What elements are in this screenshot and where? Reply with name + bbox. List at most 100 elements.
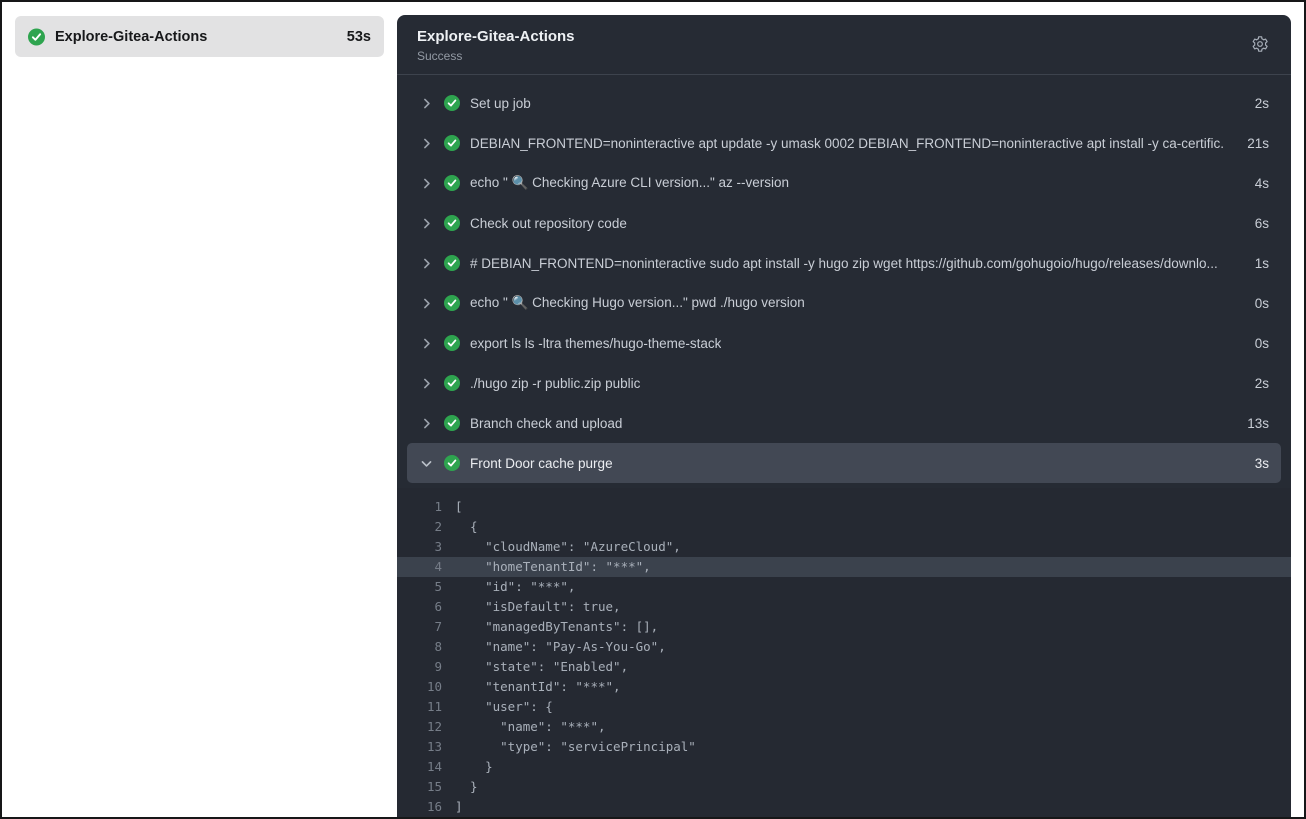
log-line: 16] bbox=[397, 797, 1291, 817]
settings-button[interactable] bbox=[1247, 33, 1273, 59]
step-duration: 3s bbox=[1254, 455, 1269, 471]
log-line: 10 "tenantId": "***", bbox=[397, 677, 1291, 697]
step-log: 1[2 {3 "cloudName": "AzureCloud", 4 "home… bbox=[397, 488, 1291, 817]
log-line-text: "cloudName": "AzureCloud", bbox=[455, 539, 681, 554]
check-circle-icon bbox=[443, 415, 460, 432]
log-line: 4 "homeTenantId": "***", bbox=[397, 557, 1291, 577]
check-circle-icon bbox=[443, 135, 460, 152]
check-circle-icon bbox=[443, 215, 460, 232]
chevron-down-icon[interactable] bbox=[419, 456, 433, 470]
step-duration: 2s bbox=[1254, 375, 1269, 391]
check-circle-icon bbox=[443, 295, 460, 312]
step-row[interactable]: Branch check and upload 13s bbox=[407, 403, 1281, 443]
log-line: 12 "name": "***", bbox=[397, 717, 1291, 737]
job-run-panel: Explore-Gitea-Actions Success Set up job… bbox=[397, 15, 1291, 817]
panel-header: Explore-Gitea-Actions Success bbox=[397, 15, 1291, 75]
step-row[interactable]: DEBIAN_FRONTEND=noninteractive apt updat… bbox=[407, 123, 1281, 163]
log-line-number[interactable]: 8 bbox=[397, 637, 455, 657]
log-line-number[interactable]: 12 bbox=[397, 717, 455, 737]
chevron-right-icon[interactable] bbox=[419, 176, 433, 190]
log-line-number[interactable]: 7 bbox=[397, 617, 455, 637]
jobs-sidebar: Explore-Gitea-Actions 53s bbox=[2, 2, 397, 817]
log-line-number[interactable]: 4 bbox=[397, 557, 455, 577]
log-line: 6 "isDefault": true, bbox=[397, 597, 1291, 617]
log-line: 2 { bbox=[397, 517, 1291, 537]
check-circle-icon bbox=[443, 455, 460, 472]
steps-list: Set up job 2s DEBIAN_FRONTEND=noninteracti… bbox=[397, 75, 1291, 483]
step-duration: 2s bbox=[1254, 95, 1269, 111]
page: { "colors": { "accent_green": "#2ea44f",… bbox=[0, 0, 1306, 819]
log-line-number[interactable]: 9 bbox=[397, 657, 455, 677]
log-line-number[interactable]: 6 bbox=[397, 597, 455, 617]
step-name: Branch check and upload bbox=[470, 415, 623, 431]
check-circle-icon bbox=[443, 335, 460, 352]
log-line-number[interactable]: 2 bbox=[397, 517, 455, 537]
step-row[interactable]: export ls ls -ltra themes/hugo-theme-sta… bbox=[407, 323, 1281, 363]
log-line-number[interactable]: 1 bbox=[397, 497, 455, 517]
log-line-text: } bbox=[455, 779, 478, 794]
log-line: 7 "managedByTenants": [], bbox=[397, 617, 1291, 637]
chevron-right-icon[interactable] bbox=[419, 336, 433, 350]
log-line-text: "id": "***", bbox=[455, 579, 576, 594]
sidebar-job-item[interactable]: Explore-Gitea-Actions 53s bbox=[15, 16, 384, 57]
log-line-number[interactable]: 11 bbox=[397, 697, 455, 717]
step-duration: 0s bbox=[1254, 335, 1269, 351]
step-duration: 21s bbox=[1247, 135, 1269, 151]
chevron-right-icon[interactable] bbox=[419, 376, 433, 390]
step-duration: 6s bbox=[1254, 215, 1269, 231]
chevron-right-icon[interactable] bbox=[419, 296, 433, 310]
chevron-right-icon[interactable] bbox=[419, 216, 433, 230]
chevron-right-icon[interactable] bbox=[419, 416, 433, 430]
step-row[interactable]: Set up job 2s bbox=[407, 83, 1281, 123]
step-row[interactable]: Check out repository code 6s bbox=[407, 203, 1281, 243]
check-circle-icon bbox=[443, 175, 460, 192]
log-line: 8 "name": "Pay-As-You-Go", bbox=[397, 637, 1291, 657]
log-line-number[interactable]: 13 bbox=[397, 737, 455, 757]
log-line-text: "managedByTenants": [], bbox=[455, 619, 659, 634]
step-row[interactable]: Front Door cache purge 3s bbox=[407, 443, 1281, 483]
log-line-number[interactable]: 5 bbox=[397, 577, 455, 597]
log-line: 11 "user": { bbox=[397, 697, 1291, 717]
gear-icon bbox=[1251, 35, 1269, 58]
log-line-number[interactable]: 15 bbox=[397, 777, 455, 797]
log-line-text: "type": "servicePrincipal" bbox=[455, 739, 696, 754]
log-line-number[interactable]: 3 bbox=[397, 537, 455, 557]
log-line-number[interactable]: 16 bbox=[397, 797, 455, 817]
log-line-text: [ bbox=[455, 499, 463, 514]
log-line-text: "state": "Enabled", bbox=[455, 659, 629, 674]
step-name: echo " 🔍 Checking Azure CLI version..." … bbox=[470, 175, 790, 190]
chevron-right-icon[interactable] bbox=[419, 136, 433, 150]
step-duration: 1s bbox=[1254, 255, 1269, 271]
step-duration: 0s bbox=[1254, 295, 1269, 311]
log-line-number[interactable]: 14 bbox=[397, 757, 455, 777]
step-row[interactable]: echo " 🔍 Checking Azure CLI version..." … bbox=[407, 163, 1281, 203]
check-circle-icon bbox=[443, 375, 460, 392]
log-line: 9 "state": "Enabled", bbox=[397, 657, 1291, 677]
log-line-text: } bbox=[455, 759, 493, 774]
log-line-number[interactable]: 10 bbox=[397, 677, 455, 697]
step-name: DEBIAN_FRONTEND=noninteractive apt updat… bbox=[470, 135, 1226, 151]
log-line: 13 "type": "servicePrincipal" bbox=[397, 737, 1291, 757]
chevron-right-icon[interactable] bbox=[419, 256, 433, 270]
step-row[interactable]: # DEBIAN_FRONTEND=noninteractive sudo ap… bbox=[407, 243, 1281, 283]
check-circle-icon bbox=[443, 95, 460, 112]
job-duration: 53s bbox=[346, 28, 371, 45]
step-name: ./hugo zip -r public.zip public bbox=[470, 375, 641, 391]
log-line: 14 } bbox=[397, 757, 1291, 777]
step-name: export ls ls -ltra themes/hugo-theme-sta… bbox=[470, 335, 722, 351]
chevron-right-icon[interactable] bbox=[419, 96, 433, 110]
log-line-text: "isDefault": true, bbox=[455, 599, 621, 614]
log-line-text: "name": "***", bbox=[455, 719, 606, 734]
step-row[interactable]: ./hugo zip -r public.zip public 2s bbox=[407, 363, 1281, 403]
step-duration: 4s bbox=[1254, 175, 1269, 191]
log-line-text: ] bbox=[455, 799, 463, 814]
panel-title: Explore-Gitea-Actions bbox=[417, 28, 575, 45]
step-name: Check out repository code bbox=[470, 215, 627, 231]
check-circle-icon bbox=[28, 28, 45, 45]
step-row[interactable]: echo " 🔍 Checking Hugo version..." pwd .… bbox=[407, 283, 1281, 323]
log-line-text: { bbox=[455, 519, 478, 534]
log-line-text: "tenantId": "***", bbox=[455, 679, 621, 694]
log-line-text: "name": "Pay-As-You-Go", bbox=[455, 639, 666, 654]
check-circle-icon bbox=[443, 255, 460, 272]
log-line: 3 "cloudName": "AzureCloud", bbox=[397, 537, 1291, 557]
